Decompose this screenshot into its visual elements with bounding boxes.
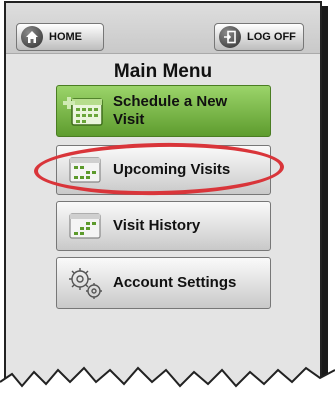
app-screen: HOME LOG OFF Main Menu Schedule a New Vi… xyxy=(4,1,322,405)
gear-icon xyxy=(57,258,113,308)
visit-history-button[interactable]: Visit History xyxy=(56,201,271,251)
schedule-visit-button[interactable]: Schedule a New Visit xyxy=(56,85,271,137)
home-button[interactable]: HOME xyxy=(16,23,104,51)
logoff-icon xyxy=(219,26,241,48)
schedule-label-line2: Visit xyxy=(113,111,145,128)
upcoming-visits-button[interactable]: Upcoming Visits xyxy=(56,145,271,195)
logoff-button[interactable]: LOG OFF xyxy=(214,23,304,51)
home-label: HOME xyxy=(49,31,82,43)
account-settings-button[interactable]: Account Settings xyxy=(56,257,271,309)
calendar-add-icon xyxy=(57,86,113,136)
torn-edge xyxy=(0,366,335,420)
top-bar: HOME LOG OFF xyxy=(6,3,320,54)
history-label: Visit History xyxy=(113,217,201,234)
schedule-label-line1: Schedule a New xyxy=(113,93,228,110)
calendar-history-icon xyxy=(57,202,113,250)
upcoming-label: Upcoming Visits xyxy=(113,161,231,178)
page-title: Main Menu xyxy=(113,61,213,82)
settings-label: Account Settings xyxy=(113,274,237,291)
home-icon xyxy=(21,26,43,48)
logoff-label: LOG OFF xyxy=(247,31,296,43)
calendar-icon xyxy=(57,146,113,194)
